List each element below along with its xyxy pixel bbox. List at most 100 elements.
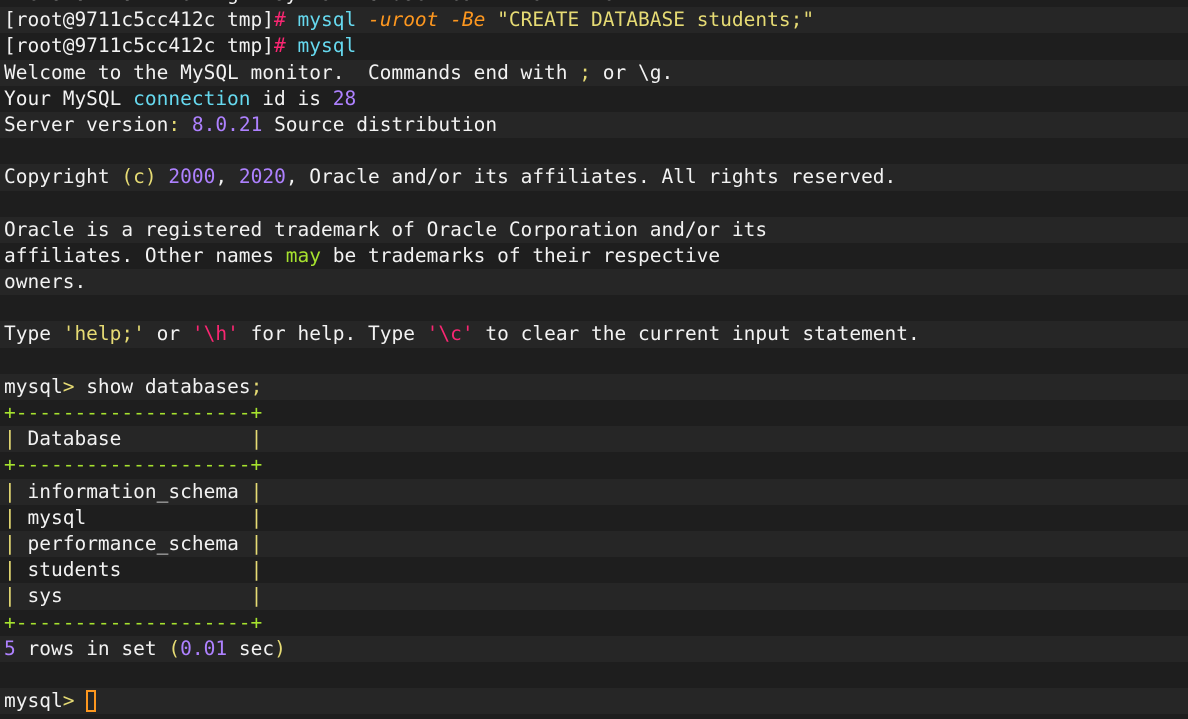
- terminal-text-segment: |: [250, 479, 263, 503]
- terminal-line: [0, 295, 1188, 322]
- terminal-text-segment: to clear the current input statement.: [473, 322, 920, 346]
- terminal-text-segment: Welcome to the MySQL monitor. Commands e…: [4, 60, 580, 84]
- terminal-text-segment: version for the right syntax to use near…: [4, 0, 638, 5]
- terminal-line: version for the right syntax to use near…: [0, 0, 1188, 8]
- terminal-line: Type 'help;' or '\h' for help. Type '\c'…: [0, 321, 1188, 348]
- terminal-text-segment: or: [144, 322, 192, 346]
- terminal-text-segment: +--------------------+: [4, 453, 263, 477]
- terminal-text-segment: mysql: [297, 8, 368, 32]
- terminal-text-segment: |: [250, 558, 263, 582]
- terminal-text-segment: sys: [15, 584, 251, 608]
- terminal-text-segment: mysql: [4, 689, 63, 713]
- terminal-output[interactable]: version for the right syntax to use near…: [0, 0, 1188, 715]
- terminal-line: Welcome to the MySQL monitor. Commands e…: [0, 59, 1188, 86]
- terminal-text-segment: students: [15, 558, 251, 582]
- terminal-text-segment: :: [168, 112, 181, 136]
- terminal-text-segment: #: [274, 34, 298, 58]
- terminal-text-segment: connection: [133, 86, 251, 110]
- terminal-text-segment: [root@9711c5cc412c tmp]: [4, 8, 275, 32]
- terminal-line: | performance_schema |: [0, 530, 1188, 558]
- terminal-line: mysql>: [0, 688, 1188, 715]
- terminal-line: affiliates. Other names may be trademark…: [0, 242, 1188, 270]
- terminal-text-segment: performance_schema: [15, 531, 251, 555]
- terminal-line: [0, 138, 1188, 165]
- terminal-line: Copyright (c) 2000, 2020, Oracle and/or …: [0, 164, 1188, 191]
- terminal-line: +--------------------+: [0, 609, 1188, 636]
- terminal-line: | mysql |: [0, 504, 1188, 531]
- terminal-line: [0, 190, 1188, 217]
- terminal-text-segment: mysql: [4, 374, 63, 398]
- terminal-text-segment: affiliates. Other names: [4, 243, 286, 267]
- terminal-text-segment: 2000: [168, 165, 216, 189]
- terminal-line: mysql> show databases;: [0, 373, 1188, 400]
- terminal-line: Oracle is a registered trademark of Orac…: [0, 216, 1188, 243]
- terminal-text-segment: >: [62, 689, 75, 713]
- terminal-text-segment: show databases: [74, 374, 251, 398]
- terminal-line: +--------------------+: [0, 452, 1188, 479]
- terminal-text-segment: 0.01: [180, 636, 228, 660]
- terminal-text-segment: for help. Type: [238, 322, 427, 346]
- terminal-text-segment: |: [4, 558, 16, 582]
- terminal-text-segment: Source distribution: [262, 112, 498, 136]
- terminal-text-segment: be trademarks of their respective: [321, 243, 721, 267]
- terminal-text-segment: |: [4, 479, 16, 503]
- terminal-text-segment: Database: [15, 427, 251, 451]
- terminal-text-segment: 2020: [238, 165, 286, 189]
- terminal-text-segment: rows in set: [15, 636, 169, 660]
- terminal-text-segment: '\h': [191, 322, 239, 346]
- terminal-text-segment: owners.: [4, 270, 87, 294]
- terminal-line: [root@9711c5cc412c tmp]# mysql -uroot -B…: [0, 7, 1188, 34]
- terminal-line: owners.: [0, 269, 1188, 296]
- terminal-text-segment: |: [250, 427, 263, 451]
- terminal-text-segment: |: [250, 505, 263, 529]
- terminal-text-segment: |: [4, 584, 16, 608]
- terminal-text-segment: |: [4, 531, 16, 555]
- terminal-text-segment: may: [285, 243, 321, 267]
- terminal-line: | students |: [0, 557, 1188, 584]
- terminal-line: [0, 661, 1188, 689]
- terminal-text-segment: '\c': [426, 322, 474, 346]
- terminal-text-segment: id is: [250, 86, 333, 110]
- terminal-text-segment: [root@9711c5cc412c tmp]: [4, 34, 275, 58]
- terminal-text-segment: ;: [250, 374, 263, 398]
- terminal-text-segment: , Oracle and/or its affiliates. All righ…: [285, 165, 897, 189]
- terminal-line: [root@9711c5cc412c tmp]# mysql: [0, 33, 1188, 60]
- terminal-text-segment: sec: [227, 636, 275, 660]
- terminal-text-segment: -uroot -Be: [367, 8, 498, 32]
- terminal-line: +--------------------+: [0, 400, 1188, 427]
- terminal-line: [0, 347, 1188, 374]
- terminal-text-segment: 28: [332, 86, 357, 110]
- terminal-text-segment: 'help;': [62, 322, 145, 346]
- terminal-text-segment: 8.0.21: [191, 112, 263, 136]
- terminal-text-segment: |: [4, 505, 16, 529]
- terminal-text-segment: ;: [579, 60, 592, 84]
- terminal-line: | sys |: [0, 583, 1188, 610]
- terminal-text-segment: (c): [121, 165, 157, 189]
- terminal-text-segment: ,: [215, 165, 239, 189]
- terminal-text-segment: or \g.: [591, 60, 674, 84]
- terminal-text-segment: +--------------------+: [4, 401, 263, 424]
- terminal-text-segment: |: [250, 531, 263, 555]
- terminal-text-segment: Copyright: [4, 165, 122, 189]
- terminal-text-segment: (: [168, 636, 181, 660]
- terminal-text-segment: |: [4, 427, 16, 451]
- terminal-line: Server version: 8.0.21 Source distributi…: [0, 111, 1188, 139]
- terminal-line: Your MySQL connection id is 28: [0, 85, 1188, 112]
- terminal-line: | information_schema |: [0, 478, 1188, 505]
- terminal-text-segment: #: [274, 8, 298, 32]
- terminal-text-segment: "CREATE DATABASE students;": [497, 8, 815, 32]
- terminal-text-segment: >: [62, 374, 75, 398]
- terminal-line: | Database |: [0, 426, 1188, 453]
- terminal-text-segment: ): [274, 636, 286, 660]
- terminal-text-segment: Type: [4, 322, 63, 346]
- terminal-text-segment: Your MySQL: [4, 86, 134, 110]
- terminal-text-segment: Oracle is a registered trademark of Orac…: [4, 217, 768, 241]
- terminal-text-segment: mysql: [297, 34, 357, 58]
- terminal-text-segment: mysql: [15, 505, 251, 529]
- terminal-text-segment: Server version: [4, 112, 169, 136]
- terminal-text-segment: information_schema: [15, 479, 251, 503]
- text-cursor[interactable]: [86, 690, 97, 713]
